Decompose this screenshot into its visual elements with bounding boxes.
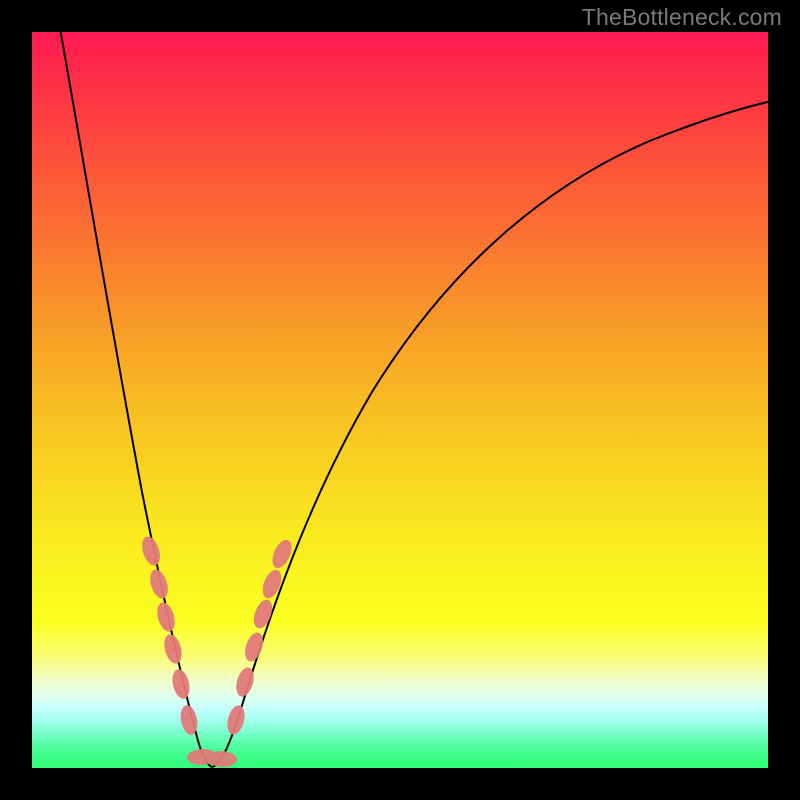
chart-stage: TheBottleneck.com xyxy=(0,0,800,800)
curve-left-branch xyxy=(58,32,212,767)
curve-markers xyxy=(139,534,296,768)
curve-right-branch xyxy=(212,102,768,767)
bottleneck-curve-svg xyxy=(32,32,768,768)
plot-area xyxy=(32,32,768,768)
watermark-text: TheBottleneck.com xyxy=(582,4,782,31)
